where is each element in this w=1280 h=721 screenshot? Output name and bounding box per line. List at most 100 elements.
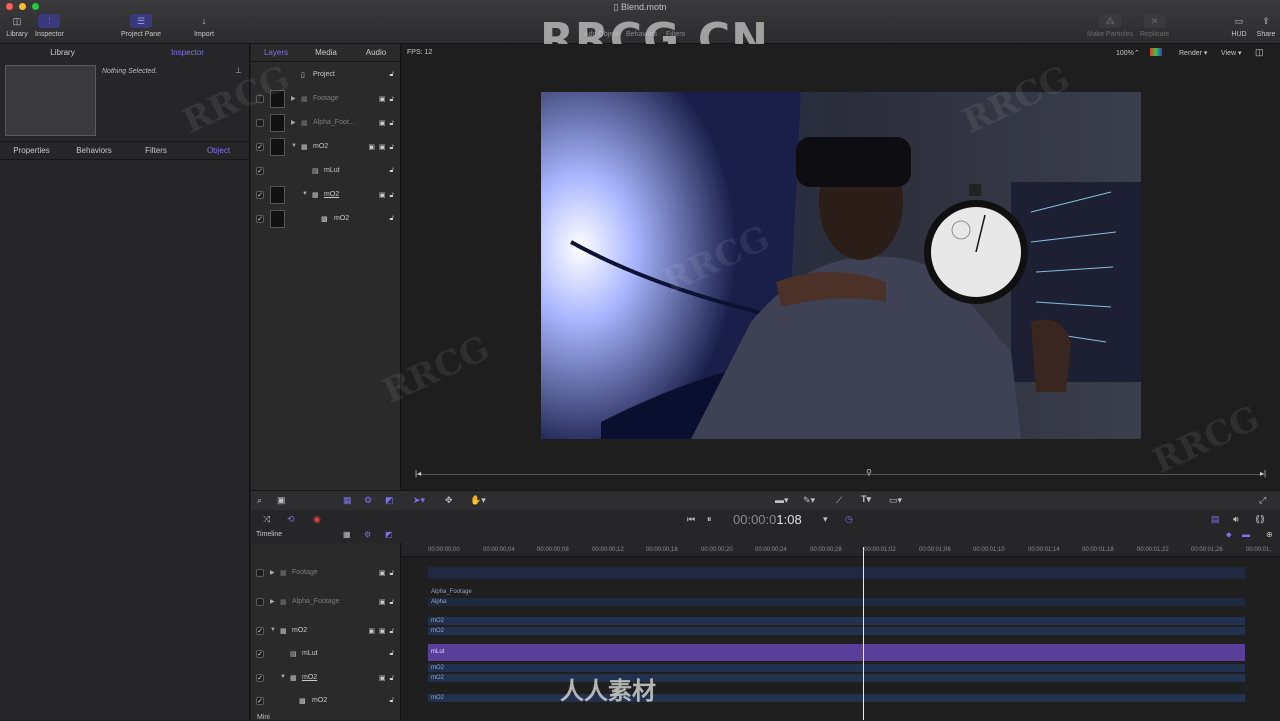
show-keyframes-icon[interactable]: ▬ [1242,530,1250,539]
layer-checkbox[interactable]: ✓ [256,674,264,682]
behaviors-filter-icon[interactable]: ⚙ [364,495,372,506]
tab-layers[interactable]: Layers [251,44,301,61]
layer-lock-icon[interactable]: 🔓︎ [389,697,395,705]
timing-icon[interactable]: ◷ [845,514,853,525]
disclosure-triangle-icon[interactable]: ▶ [270,598,275,605]
layer-lock-icon[interactable]: 🔓︎ [389,650,395,658]
inspector-toolbar-button[interactable]: ⫶ Inspector [35,14,64,38]
timeline-layer-row[interactable]: ✓ ▼ ▦ mO2 ▣ 🔓︎ [251,666,401,690]
layer-checkbox[interactable]: ✓ [256,627,264,635]
layer-lock-icon[interactable]: ▣ 🔓︎ [379,191,395,200]
layer-lock-icon[interactable]: ▣ ▣ 🔓︎ [368,627,395,636]
view-menu[interactable]: View ▾ [1221,49,1242,57]
fullscreen-icon[interactable]: ⤢ [1259,495,1266,506]
canvas-viewer-image[interactable] [541,92,1141,439]
record-icon[interactable]: ◉ [313,514,321,525]
mlut-filter-bar[interactable]: mLut [428,644,1245,661]
record-mode-icon[interactable]: ⤨ [263,514,270,525]
layer-checkbox[interactable] [256,569,264,577]
tab-behaviors[interactable]: Behaviors [63,142,125,159]
timecode-display[interactable]: 00:00:01:08 [733,512,802,527]
show-masks-icon[interactable]: ◩ [385,530,393,539]
pan-tool-icon[interactable]: ✋▾ [470,495,486,506]
checkerboard-icon[interactable]: ▦ [343,530,351,539]
layer-row[interactable]: ✓ ▼ ▦ mO2 ▣ 🔓︎ [251,183,401,207]
layer-lock-icon[interactable]: ▣ 🔓︎ [379,598,395,607]
tab-object[interactable]: Object [187,142,250,159]
alpha-clip-bar[interactable]: Alpha [428,598,1245,606]
keyframe-editor-icon[interactable]: ⟪⟫ [1255,514,1265,525]
render-menu[interactable]: Render ▾ [1179,49,1207,57]
footage-track-bar[interactable] [428,567,1245,579]
thumbnail-toggle-icon[interactable]: ▣ [277,495,286,506]
mo2-subclip-bar[interactable]: mO2 [428,674,1245,682]
show-behaviors-icon[interactable]: ⚙ [364,530,371,539]
paint-stroke-icon[interactable]: ⟋ [836,495,842,506]
make-particles-button[interactable]: ⁂ Make Particles [1087,14,1133,38]
select-tool-icon[interactable]: ➤▾ [413,495,425,506]
pen-tool-icon[interactable]: ✎▾ [803,495,815,506]
zoom-menu[interactable]: 100%⌃ [1116,49,1140,57]
lock-icon[interactable]: 🔓︎ [389,71,395,79]
layer-checkbox[interactable]: ✓ [256,191,264,199]
layer-row[interactable]: ▶ ▦ Alpha_Foot... ▣ 🔓︎ [251,111,401,135]
layer-lock-icon[interactable]: 🔓︎ [389,167,395,175]
tab-inspector[interactable]: Inspector [125,44,250,61]
layer-checkbox[interactable] [256,598,264,606]
layer-row[interactable]: ✓ ▼ ▦ mO2 ▣ ▣ 🔓︎ [251,135,401,159]
layer-lock-icon[interactable]: 🔓︎ [389,215,395,223]
mo2-generator-bar[interactable]: mO2 [428,694,1245,702]
layer-lock-icon[interactable]: ▣ 🔓︎ [379,569,395,578]
disclosure-triangle-icon[interactable]: ▶ [291,95,296,102]
go-to-start-icon[interactable]: ⏮ [687,514,695,525]
add-group-icon[interactable]: ▦ [343,495,352,506]
search-icon[interactable]: ⌕ [257,495,262,506]
timeline-layer-row[interactable]: ▶ ▦ Footage ▣ 🔓︎ [251,561,401,585]
mo2-subgroup-bar[interactable]: mO2 [428,664,1245,672]
playhead-marker[interactable]: ⚲ [866,468,872,477]
disclosure-triangle-icon[interactable]: ▶ [270,569,275,576]
disclosure-triangle-icon[interactable]: ▼ [302,191,308,197]
timeline-layer-row[interactable]: ✓ ▤ mLut 🔓︎ [251,642,401,666]
snap-icon[interactable]: ⬥ [1226,530,1232,540]
pause-icon[interactable]: ⏸ [707,514,712,525]
timeline-playhead[interactable] [863,547,864,720]
timeline-layer-row[interactable]: ✓ ▼ ▦ mO2 ▣ ▣ 🔓︎ [251,619,401,643]
in-point-marker[interactable]: |◂ [415,469,421,478]
share-button[interactable]: ⇪ Share [1255,14,1277,39]
zoom-timeline-icon[interactable]: ⊕ [1266,530,1273,539]
mo2-group-bar[interactable]: mO2 [428,617,1245,625]
layer-lock-icon[interactable]: ▣ 🔓︎ [379,95,395,104]
layer-row[interactable]: ✓ ▩ mO2 🔓︎ [251,207,401,231]
layer-row[interactable]: ✓ ▤ mLut 🔓︎ [251,159,401,183]
timeline-toggle-icon[interactable]: ▤ [1211,514,1220,525]
layout-icon[interactable]: ◫ [1255,47,1264,58]
layer-checkbox[interactable] [256,119,264,127]
layer-lock-icon[interactable]: ▣ 🔓︎ [379,674,395,683]
tab-filters[interactable]: Filters [125,142,187,159]
hud-button[interactable]: ▭ HUD [1228,14,1250,39]
replicate-button[interactable]: ✕ Replicate [1140,14,1169,38]
channels-icon[interactable] [1150,48,1162,56]
timeline-layer-row[interactable]: ✓ ▩ mO2 🔓︎ [251,689,401,713]
layer-lock-icon[interactable]: ▣ 🔓︎ [379,119,395,128]
tab-properties[interactable]: Properties [0,142,63,159]
tab-audio[interactable]: Audio [351,44,401,61]
layer-checkbox[interactable]: ✓ [256,143,264,151]
disclosure-triangle-icon[interactable]: ▼ [280,674,286,680]
import-toolbar-button[interactable]: ↓ Import [193,14,215,38]
masks-filter-icon[interactable]: ◩ [385,495,394,506]
text-tool-icon[interactable]: T▾ [861,494,871,505]
layer-row[interactable]: ▶ ▦ Footage ▣ 🔓︎ [251,87,401,111]
layer-checkbox[interactable]: ✓ [256,697,264,705]
layer-checkbox[interactable]: ✓ [256,167,264,175]
tab-media[interactable]: Media [301,44,351,61]
audio-icon[interactable]: 🔊︎ [1233,514,1239,525]
pin-icon[interactable]: ⊥ [235,66,242,75]
layer-checkbox[interactable] [256,95,264,103]
loop-icon[interactable]: ⟲ [287,514,295,525]
layer-checkbox[interactable]: ✓ [256,650,264,658]
disclosure-triangle-icon[interactable]: ▼ [291,143,297,149]
out-point-marker[interactable]: ▸| [1260,469,1266,478]
library-toolbar-button[interactable]: ◫ Library [6,14,28,39]
